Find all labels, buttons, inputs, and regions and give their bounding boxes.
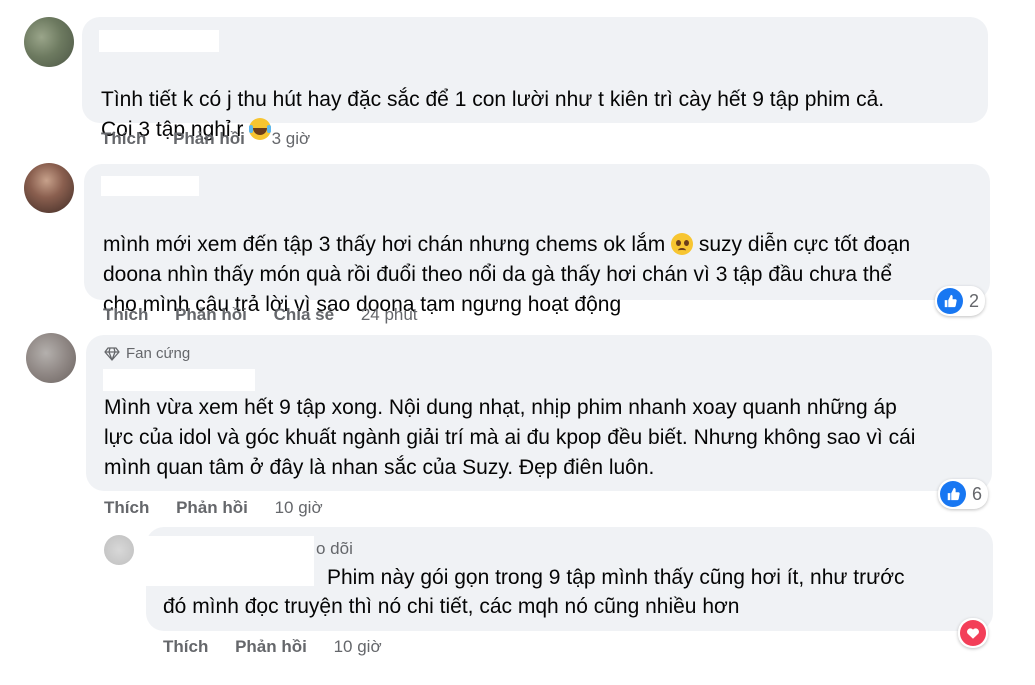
comment-actions: Thích Phản hồi Chia sẻ 24 phút	[103, 305, 418, 325]
commenter-avatar[interactable]	[24, 17, 74, 67]
reply-time[interactable]: 10 giờ	[334, 637, 382, 656]
comment-time[interactable]: 24 phút	[361, 305, 418, 324]
like-icon	[940, 481, 966, 507]
fan-badge[interactable]: Fan cứng	[104, 345, 190, 362]
reply-text-line-2: đó mình đọc truyện thì nó chi tiết, các …	[163, 595, 740, 618]
reaction-count: 6	[972, 483, 983, 504]
share-button[interactable]: Chia sẻ	[274, 305, 334, 324]
reply-button[interactable]: Phản hồi	[235, 637, 307, 656]
reply-text-line-1: Phim này gói gọn trong 9 tập mình thấy c…	[327, 566, 905, 589]
reply-actions: Thích Phản hồi 10 giờ	[163, 637, 382, 657]
comment-text: mình mới xem đến tập 3 thấy hơi chán như…	[103, 233, 911, 316]
comment-actions: Thích Phản hồi 10 giờ	[104, 498, 323, 518]
reaction-count: 2	[969, 290, 980, 311]
like-icon	[937, 288, 963, 314]
comment-text: Mình vừa xem hết 9 tập xong. Nội dung nh…	[104, 396, 916, 479]
redacted-name	[103, 369, 255, 391]
reaction-summary[interactable]: 2	[935, 286, 986, 316]
reply-button[interactable]: Phản hồi	[175, 305, 247, 324]
reply-button[interactable]: Phản hồi	[176, 498, 248, 517]
reply-author-status: o dõi	[316, 539, 353, 558]
like-button[interactable]: Thích	[104, 498, 149, 517]
like-button[interactable]: Thích	[101, 129, 146, 148]
diamond-icon	[104, 346, 120, 361]
redacted-name	[101, 176, 199, 196]
badge-label: Fan cứng	[126, 345, 191, 362]
comment-time[interactable]: 3 giờ	[272, 129, 311, 148]
reply-reaction[interactable]	[958, 618, 988, 648]
love-icon	[960, 620, 986, 646]
reply-button[interactable]: Phản hồi	[173, 129, 245, 148]
comment-time[interactable]: 10 giờ	[275, 498, 323, 517]
redacted-name	[99, 30, 219, 52]
like-button[interactable]: Thích	[103, 305, 148, 324]
commenter-avatar[interactable]	[26, 333, 76, 383]
like-button[interactable]: Thích	[163, 637, 208, 656]
comment-actions: Thích Phản hồi 3 giờ	[101, 129, 310, 149]
pleading-face-icon	[671, 233, 694, 255]
redacted-name	[146, 536, 314, 586]
reaction-summary[interactable]: 6	[938, 479, 989, 509]
reply-avatar[interactable]	[104, 535, 134, 565]
commenter-avatar[interactable]	[24, 163, 74, 213]
